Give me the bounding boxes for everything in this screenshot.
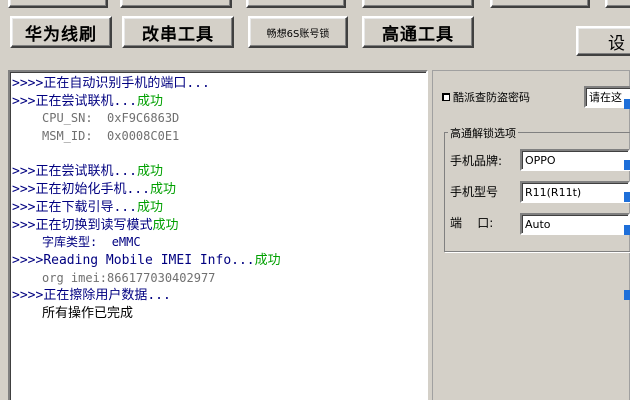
coolpad-checkbox[interactable] <box>442 93 450 101</box>
top-button-5[interactable] <box>490 0 590 8</box>
log-line: MSM_ID: 0x0008C0E1 <box>42 129 180 144</box>
dropdown-arrow-icon[interactable] <box>624 225 630 235</box>
top-button-4[interactable] <box>362 0 474 8</box>
log-line: >>>正在尝试联机...成功 <box>12 93 163 109</box>
coolpad-option[interactable]: 酷派查防盗密码 <box>442 89 530 105</box>
top-button-1[interactable] <box>8 0 108 8</box>
log-line: 所有操作已完成 <box>42 305 134 321</box>
model-field[interactable]: R11(R11t) <box>520 181 630 203</box>
dropdown-arrow-icon[interactable] <box>624 290 630 300</box>
port-field[interactable]: Auto <box>520 213 630 235</box>
coolpad-label: 酷派查防盗密码 <box>453 91 530 104</box>
qualcomm-unlock-group-title: 高通解锁选项 <box>448 125 518 141</box>
port-label: 端 口: <box>450 216 494 230</box>
huawei-flash-button[interactable]: 华为线刷 <box>10 16 112 48</box>
log-line: 字库类型: eMMC <box>42 235 141 250</box>
top-button-6[interactable] <box>605 0 630 8</box>
changxiang-6s-button[interactable]: 畅想6S账号锁 <box>248 16 348 48</box>
brand-label: 手机品牌: <box>450 154 503 168</box>
top-button-2[interactable] <box>120 0 232 8</box>
dropdown-arrow-icon[interactable] <box>624 192 630 202</box>
log-line: >>>>Reading Mobile IMEI Info...成功 <box>12 252 281 268</box>
log-line: >>>正在初始化手机...成功 <box>12 182 176 198</box>
log-line: >>>>正在擦除用户数据... <box>12 288 171 304</box>
log-line: >>>>正在自动识别手机的端口... <box>12 76 210 91</box>
model-label: 手机型号 <box>450 185 499 199</box>
log-line: org imei:866177030402977 <box>42 270 216 285</box>
settings-button[interactable]: 设 <box>576 26 630 56</box>
log-output[interactable]: >>>>正在自动识别手机的端口... >>>正在尝试联机...成功 CPU_SN… <box>8 70 428 400</box>
log-line: >>>正在切换到读写模式成功 <box>12 217 179 233</box>
dropdown-arrow-icon[interactable] <box>624 99 630 109</box>
dropdown-arrow-icon[interactable] <box>624 160 630 170</box>
top-button-3[interactable] <box>246 0 346 8</box>
qualcomm-tool-button[interactable]: 高通工具 <box>362 16 474 48</box>
log-line: >>>正在尝试联机...成功 <box>12 164 163 180</box>
brand-field[interactable]: OPPO <box>520 149 630 171</box>
log-line: >>>正在下载引导...成功 <box>12 199 163 215</box>
log-blank-line <box>12 146 424 164</box>
log-line: CPU_SN: 0xF9C6863D <box>42 111 180 126</box>
change-serial-button[interactable]: 改串工具 <box>122 16 234 48</box>
